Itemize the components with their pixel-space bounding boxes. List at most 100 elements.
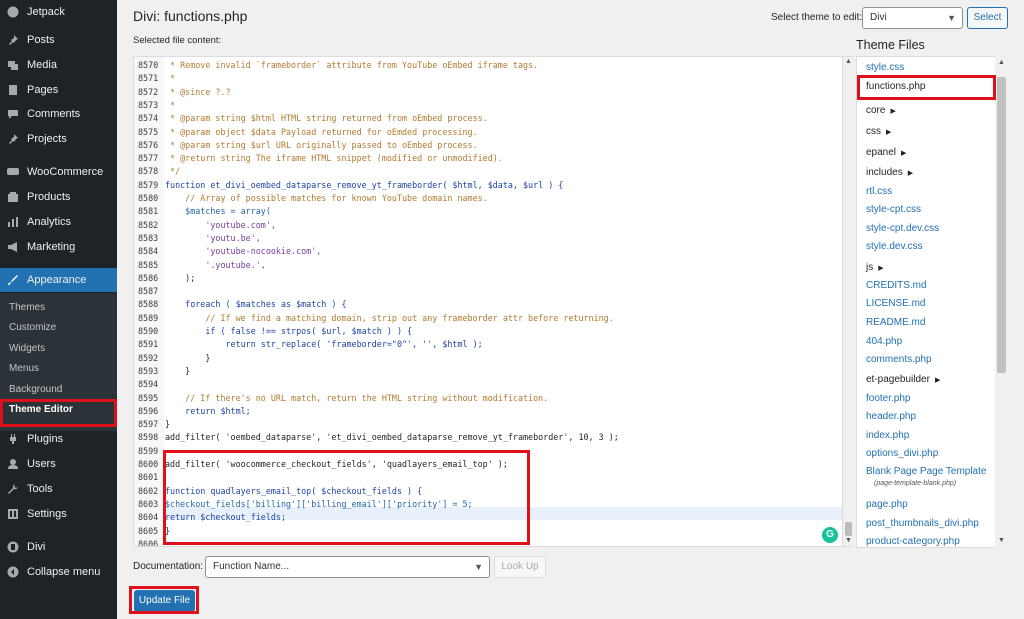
sidebar-item-appearance[interactable]: Appearance bbox=[0, 268, 117, 292]
sidebar-item-settings[interactable]: Settings bbox=[0, 502, 117, 526]
line-code: $matches = array( bbox=[165, 206, 271, 217]
theme-folder-item[interactable]: js ▶ bbox=[866, 262, 884, 273]
theme-file-label: js bbox=[866, 262, 874, 273]
sidebar-item-label: Settings bbox=[27, 508, 67, 520]
theme-folder-item[interactable]: core ▶ bbox=[866, 105, 896, 116]
sidebar-item-products[interactable]: Products bbox=[0, 185, 117, 209]
sidebar-item-tools[interactable]: Tools bbox=[0, 477, 117, 501]
theme-file-item[interactable]: header.php bbox=[866, 411, 916, 422]
theme-select[interactable]: Divi ▼ bbox=[862, 7, 963, 29]
sidebar-item-analytics[interactable]: Analytics bbox=[0, 210, 117, 234]
theme-files-scrollbar-thumb[interactable] bbox=[997, 77, 1006, 373]
submenu-item-theme-editor[interactable]: Theme Editor bbox=[9, 404, 73, 415]
theme-file-item[interactable]: footer.php bbox=[866, 393, 910, 404]
theme-file-item[interactable]: post_thumbnails_divi.php bbox=[866, 518, 979, 529]
theme-folder-item[interactable]: includes ▶ bbox=[866, 167, 913, 178]
code-line: 8589 // If we find a matching domain, st… bbox=[134, 312, 842, 325]
chevron-down-icon: ▼ bbox=[947, 13, 956, 23]
submenu-item-menus[interactable]: Menus bbox=[9, 363, 39, 374]
sidebar-item-projects[interactable]: Projects bbox=[0, 127, 117, 151]
sidebar-item-comments[interactable]: Comments bbox=[0, 102, 117, 126]
scroll-down-icon[interactable]: ▼ bbox=[845, 537, 852, 544]
sidebar-item-label: Appearance bbox=[27, 274, 87, 286]
code-line: 8604 return $checkout_fields; bbox=[134, 511, 842, 524]
code-line: 8586 ); bbox=[134, 272, 842, 285]
select-theme-button[interactable]: Select bbox=[967, 7, 1008, 29]
update-file-button[interactable]: Update File bbox=[134, 590, 195, 612]
theme-folder-item[interactable]: et-pagebuilder ▶ bbox=[866, 374, 940, 385]
theme-file-item[interactable]: style.css bbox=[866, 62, 904, 73]
theme-file-label: header.php bbox=[866, 411, 917, 422]
theme-file-item[interactable]: page.php bbox=[866, 499, 908, 510]
theme-file-item[interactable]: product-category.php bbox=[866, 536, 960, 547]
scroll-down-icon[interactable]: ▼ bbox=[998, 537, 1005, 544]
function-name-select[interactable]: Function Name... ▼ bbox=[205, 556, 490, 578]
theme-file-item[interactable]: index.php bbox=[866, 430, 909, 441]
look-up-button[interactable]: Look Up bbox=[494, 556, 546, 578]
editor-scrollbar-thumb[interactable] bbox=[845, 522, 852, 536]
line-code: * @param string $html HTML string return… bbox=[165, 113, 488, 124]
submenu-item-background[interactable]: Background bbox=[9, 384, 62, 395]
theme-file-item[interactable]: rtl.css bbox=[866, 186, 892, 197]
line-number: 8600 bbox=[138, 459, 159, 469]
scroll-up-icon[interactable]: ▲ bbox=[845, 58, 852, 65]
selected-file-label: Selected file content: bbox=[133, 35, 222, 46]
theme-file-label: includes bbox=[866, 167, 903, 178]
sidebar-item-plugins[interactable]: Plugins bbox=[0, 427, 117, 451]
code-line: 8606 bbox=[134, 538, 842, 546]
theme-file-item[interactable]: comments.php bbox=[866, 354, 932, 365]
code-line: 8580 // Array of possible matches for kn… bbox=[134, 192, 842, 205]
sidebar-item-woocommerce[interactable]: WooCommerce bbox=[0, 160, 117, 184]
sidebar-item-jetpack[interactable]: Jetpack bbox=[0, 0, 117, 24]
editor-scrollbar[interactable] bbox=[843, 56, 853, 547]
caret-right-icon: ▶ bbox=[886, 129, 892, 136]
theme-file-label: et-pagebuilder bbox=[866, 374, 930, 385]
sidebar-item-collapse-menu[interactable]: Collapse menu bbox=[0, 560, 117, 584]
chevron-down-icon: ▼ bbox=[474, 562, 483, 572]
sidebar-item-divi[interactable]: Divi bbox=[0, 535, 117, 559]
sidebar-item-label: Collapse menu bbox=[27, 566, 101, 578]
code-line: 8598 add_filter( 'oembed_dataparse', 'et_… bbox=[134, 431, 842, 444]
caret-right-icon: ▶ bbox=[934, 377, 941, 384]
theme-file-item[interactable]: style.dev.css bbox=[866, 241, 923, 252]
submenu-item-customize[interactable]: Customize bbox=[9, 322, 56, 333]
line-number: 8575 bbox=[138, 126, 159, 137]
line-number: 8595 bbox=[138, 392, 159, 403]
theme-file-item[interactable]: style-cpt.css bbox=[866, 204, 921, 215]
sidebar-item-users[interactable]: Users bbox=[0, 452, 117, 476]
sidebar-item-label: Plugins bbox=[27, 433, 64, 445]
sidebar-item-posts[interactable]: Posts bbox=[0, 28, 117, 52]
theme-file-item[interactable]: options_divi.php bbox=[866, 448, 938, 459]
theme-file-item[interactable]: functions.php bbox=[866, 81, 926, 92]
theme-file-item[interactable]: 404.php bbox=[866, 336, 902, 347]
theme-file-item[interactable]: style-cpt.dev.css bbox=[866, 223, 939, 234]
code-line: 8602 function quadlayers_email_top( $chec… bbox=[134, 485, 842, 498]
submenu-item-widgets[interactable]: Widgets bbox=[9, 343, 45, 354]
code-editor[interactable]: 8570 * Remove invalid `frameborder` attr… bbox=[133, 56, 843, 547]
code-line: 8597} bbox=[134, 418, 842, 431]
theme-file-item[interactable]: LICENSE.md bbox=[866, 298, 925, 309]
line-number: 8598 bbox=[138, 432, 159, 443]
collapse-icon bbox=[7, 566, 19, 578]
scroll-up-icon[interactable]: ▲ bbox=[998, 59, 1005, 66]
sidebar-item-label: Marketing bbox=[27, 241, 76, 253]
woo-icon bbox=[7, 166, 19, 178]
grammarly-icon[interactable]: G bbox=[822, 527, 838, 543]
code-line: 8605} bbox=[134, 525, 842, 538]
theme-folder-item[interactable]: css ▶ bbox=[866, 126, 891, 137]
theme-folder-item[interactable]: epanel ▶ bbox=[866, 147, 906, 158]
sidebar-item-label: Pages bbox=[27, 84, 59, 96]
sidebar-item-pages[interactable]: Pages bbox=[0, 78, 117, 102]
line-code: // If we find a matching domain, strip o… bbox=[165, 312, 614, 323]
theme-file-label: page.php bbox=[866, 499, 908, 510]
sidebar-item-label: Jetpack bbox=[27, 6, 65, 18]
sidebar-item-label: WooCommerce bbox=[27, 166, 104, 178]
line-number: 8602 bbox=[138, 485, 159, 496]
theme-file-item[interactable]: Blank Page Page Template bbox=[866, 466, 986, 477]
line-number: 8579 bbox=[138, 179, 159, 190]
theme-file-item[interactable]: CREDITS.md bbox=[866, 280, 927, 291]
sidebar-item-marketing[interactable]: Marketing bbox=[0, 235, 117, 259]
theme-file-item[interactable]: README.md bbox=[866, 317, 925, 328]
submenu-item-themes[interactable]: Themes bbox=[9, 302, 45, 313]
sidebar-item-media[interactable]: Media bbox=[0, 53, 117, 77]
